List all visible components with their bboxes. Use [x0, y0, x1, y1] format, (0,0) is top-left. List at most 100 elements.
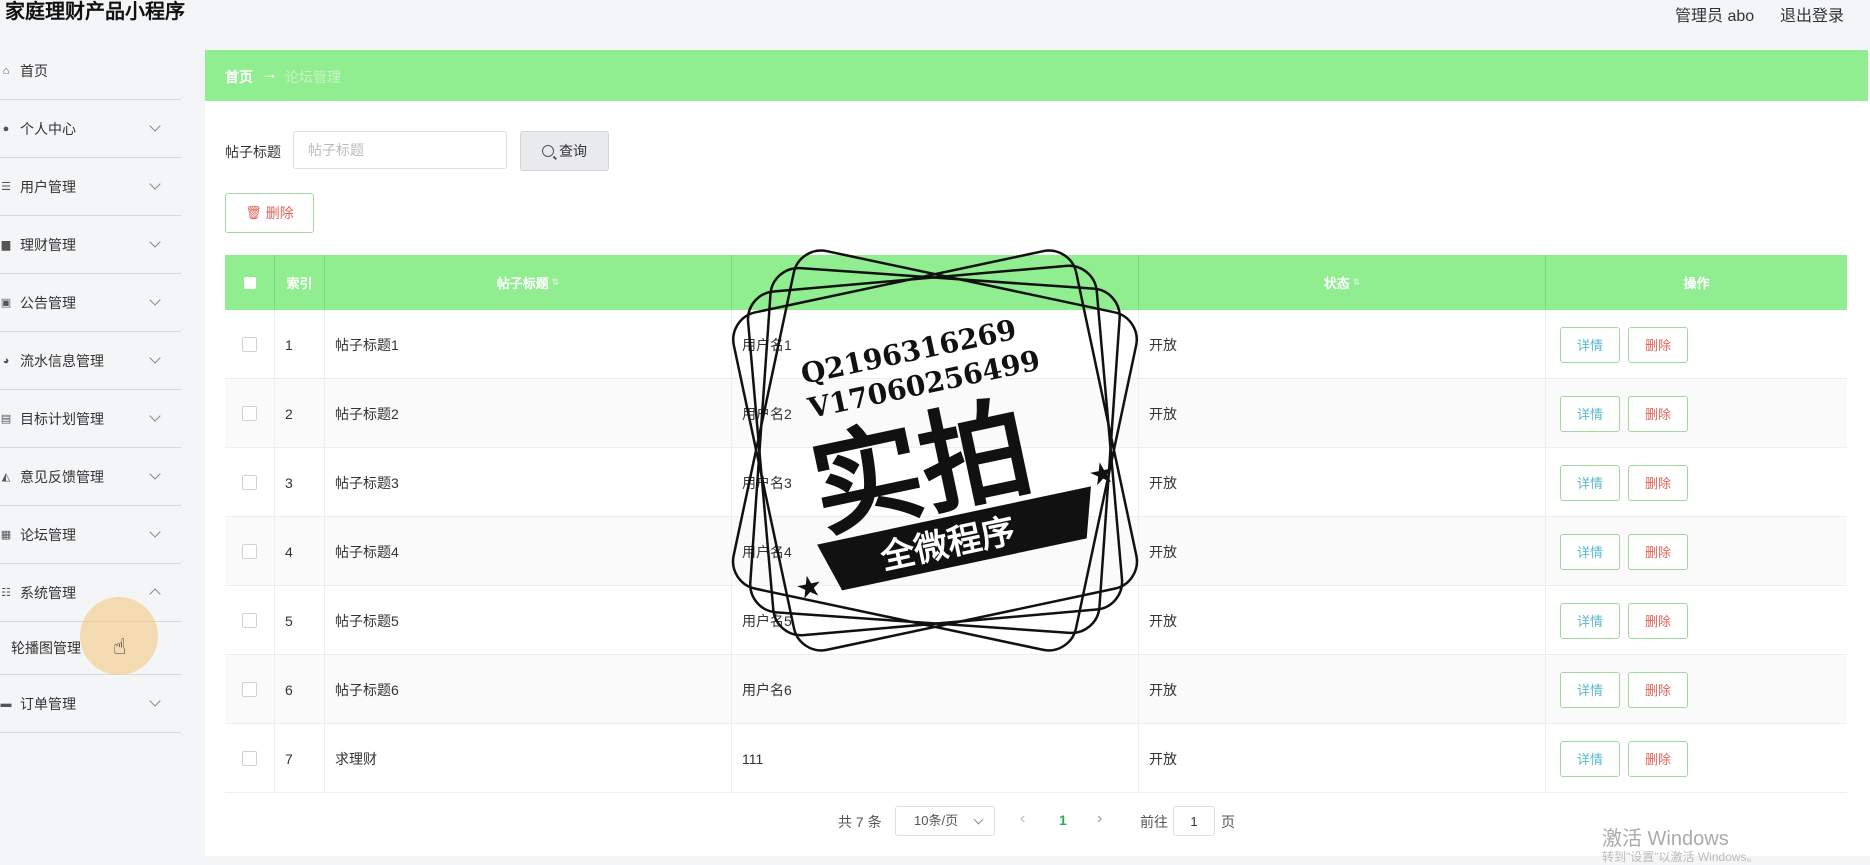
delete-button[interactable]: 删除: [1628, 533, 1688, 570]
detail-button[interactable]: 详情: [1560, 671, 1620, 708]
breadcrumb-current: 论坛管理: [285, 69, 341, 85]
col-title[interactable]: 帖子标题 ⇅: [325, 255, 732, 310]
row-status-cell: 开放: [1139, 310, 1546, 379]
row-title-cell: 帖子标题1: [325, 310, 732, 379]
sidebar-item-notice[interactable]: ▣ 公告管理: [0, 274, 181, 332]
row-index: 2: [285, 405, 293, 422]
batch-delete-label: 删除: [265, 205, 294, 221]
table-row: 7 求理财 111 开放 详情 删除: [225, 724, 1847, 793]
chevron-down-icon: [149, 178, 161, 190]
breadcrumb-home[interactable]: 首页: [225, 67, 253, 87]
breadcrumb: 首页 → 论坛管理: [205, 50, 1868, 101]
chevron-down-icon: [149, 236, 161, 248]
palette-icon: ◕: [2, 354, 10, 367]
detail-button[interactable]: 详情: [1560, 602, 1620, 639]
delete-button[interactable]: 删除: [1628, 395, 1688, 432]
sidebar-item-label: 个人中心: [20, 120, 76, 137]
col-status[interactable]: 状态 ⇅: [1139, 255, 1546, 310]
row-checkbox[interactable]: [242, 751, 257, 766]
sidebar-item-home[interactable]: ⌂ 首页: [0, 42, 181, 100]
row-status: 开放: [1149, 750, 1177, 767]
query-button[interactable]: 查询: [520, 131, 609, 171]
prev-page-button[interactable]: ‹: [1020, 810, 1025, 828]
sidebar-subitem-label: 轮播图管理: [11, 640, 81, 656]
sidebar-item-target[interactable]: ▤ 目标计划管理: [0, 390, 181, 448]
row-status-cell: 开放: [1139, 448, 1546, 517]
row-actions-cell: 详情 删除: [1546, 379, 1847, 448]
chevron-down-icon: [149, 695, 161, 707]
delete-button[interactable]: 删除: [1628, 326, 1688, 363]
row-checkbox[interactable]: [242, 475, 257, 490]
target-icon: ▤: [0, 413, 12, 425]
delete-button[interactable]: 删除: [1628, 602, 1688, 639]
page-size-value: 10条/页: [914, 813, 959, 828]
delete-button[interactable]: 删除: [1628, 740, 1688, 777]
admin-username: 管理员 abo: [1675, 8, 1755, 25]
delete-button[interactable]: 删除: [1628, 464, 1688, 501]
row-index-cell: 2: [275, 379, 325, 448]
watermark-stamp: Q2196316269 V17060256499 实拍 全微程序 ★ ★: [731, 249, 1139, 652]
row-checkbox[interactable]: [242, 613, 257, 628]
search-icon: [542, 145, 554, 157]
row-index-cell: 7: [275, 724, 325, 793]
list-icon: ☰: [1, 181, 11, 193]
sort-icon: ⇅: [1352, 277, 1361, 287]
sidebar-item-finance[interactable]: ▆ 理财管理: [0, 216, 181, 274]
row-checkbox[interactable]: [242, 406, 257, 421]
detail-button[interactable]: 详情: [1560, 326, 1620, 363]
chevron-down-icon: [149, 410, 161, 422]
row-status-cell: 开放: [1139, 724, 1546, 793]
sidebar-item-flow[interactable]: ◕ 流水信息管理: [0, 332, 181, 390]
row-checkbox[interactable]: [242, 544, 257, 559]
row-status: 开放: [1149, 405, 1177, 422]
row-index: 3: [285, 474, 293, 491]
search-label: 帖子标题: [225, 144, 281, 160]
delete-button[interactable]: 删除: [1628, 671, 1688, 708]
chevron-down-icon: [149, 468, 161, 480]
row-checkbox[interactable]: [242, 682, 257, 697]
row-index: 4: [285, 543, 293, 560]
sidebar-item-forum[interactable]: ▦ 论坛管理: [0, 506, 181, 564]
sidebar-item-users[interactable]: ☰ 用户管理: [0, 158, 181, 216]
next-page-button[interactable]: ›: [1097, 810, 1102, 828]
chevron-down-icon: [149, 294, 161, 306]
page-number-current[interactable]: 1: [1059, 812, 1067, 828]
page-suffix-label: 页: [1221, 814, 1235, 830]
row-status: 开放: [1149, 336, 1177, 353]
forum-icon: ▦: [0, 529, 12, 541]
sidebar-item-label: 公告管理: [20, 294, 76, 311]
sidebar-item-feedback[interactable]: ◭ 意见反馈管理: [0, 448, 181, 506]
row-title-cell: 求理财: [325, 724, 732, 793]
sidebar-item-label: 意见反馈管理: [20, 468, 104, 485]
breadcrumb-arrow-icon: →: [261, 64, 278, 83]
row-select-cell: [225, 586, 275, 655]
logout-link[interactable]: 退出登录: [1780, 2, 1844, 26]
row-index: 1: [285, 336, 293, 353]
row-actions-cell: 详情 删除: [1546, 724, 1847, 793]
sidebar-item-profile[interactable]: ● 个人中心: [0, 100, 181, 158]
row-title: 帖子标题5: [335, 612, 399, 629]
row-title: 帖子标题2: [335, 405, 399, 422]
row-title: 帖子标题4: [335, 543, 399, 560]
select-all-checkbox[interactable]: [243, 276, 256, 289]
search-input[interactable]: [293, 131, 507, 169]
row-status-cell: 开放: [1139, 655, 1546, 724]
chevron-down-icon: [973, 814, 984, 825]
batch-delete-button[interactable]: 🗑 删除: [225, 193, 314, 233]
row-user: 111: [742, 750, 764, 767]
row-index: 5: [285, 612, 293, 629]
row-user: 用户名6: [742, 681, 792, 698]
detail-button[interactable]: 详情: [1560, 464, 1620, 501]
detail-button[interactable]: 详情: [1560, 395, 1620, 432]
sidebar-item-orders[interactable]: ▬ 订单管理: [0, 675, 181, 733]
detail-button[interactable]: 详情: [1560, 533, 1620, 570]
sidebar-item-label: 流水信息管理: [20, 352, 104, 369]
sidebar-item-label: 用户管理: [20, 178, 76, 195]
detail-button[interactable]: 详情: [1560, 740, 1620, 777]
row-actions-cell: 详情 删除: [1546, 517, 1847, 586]
row-checkbox[interactable]: [242, 337, 257, 352]
goto-page-input[interactable]: [1173, 806, 1215, 836]
windows-activation-subtext: 转到"设置"以激活 Windows。: [1602, 850, 1759, 864]
row-status: 开放: [1149, 474, 1177, 491]
page-size-select[interactable]: 10条/页: [895, 806, 995, 836]
